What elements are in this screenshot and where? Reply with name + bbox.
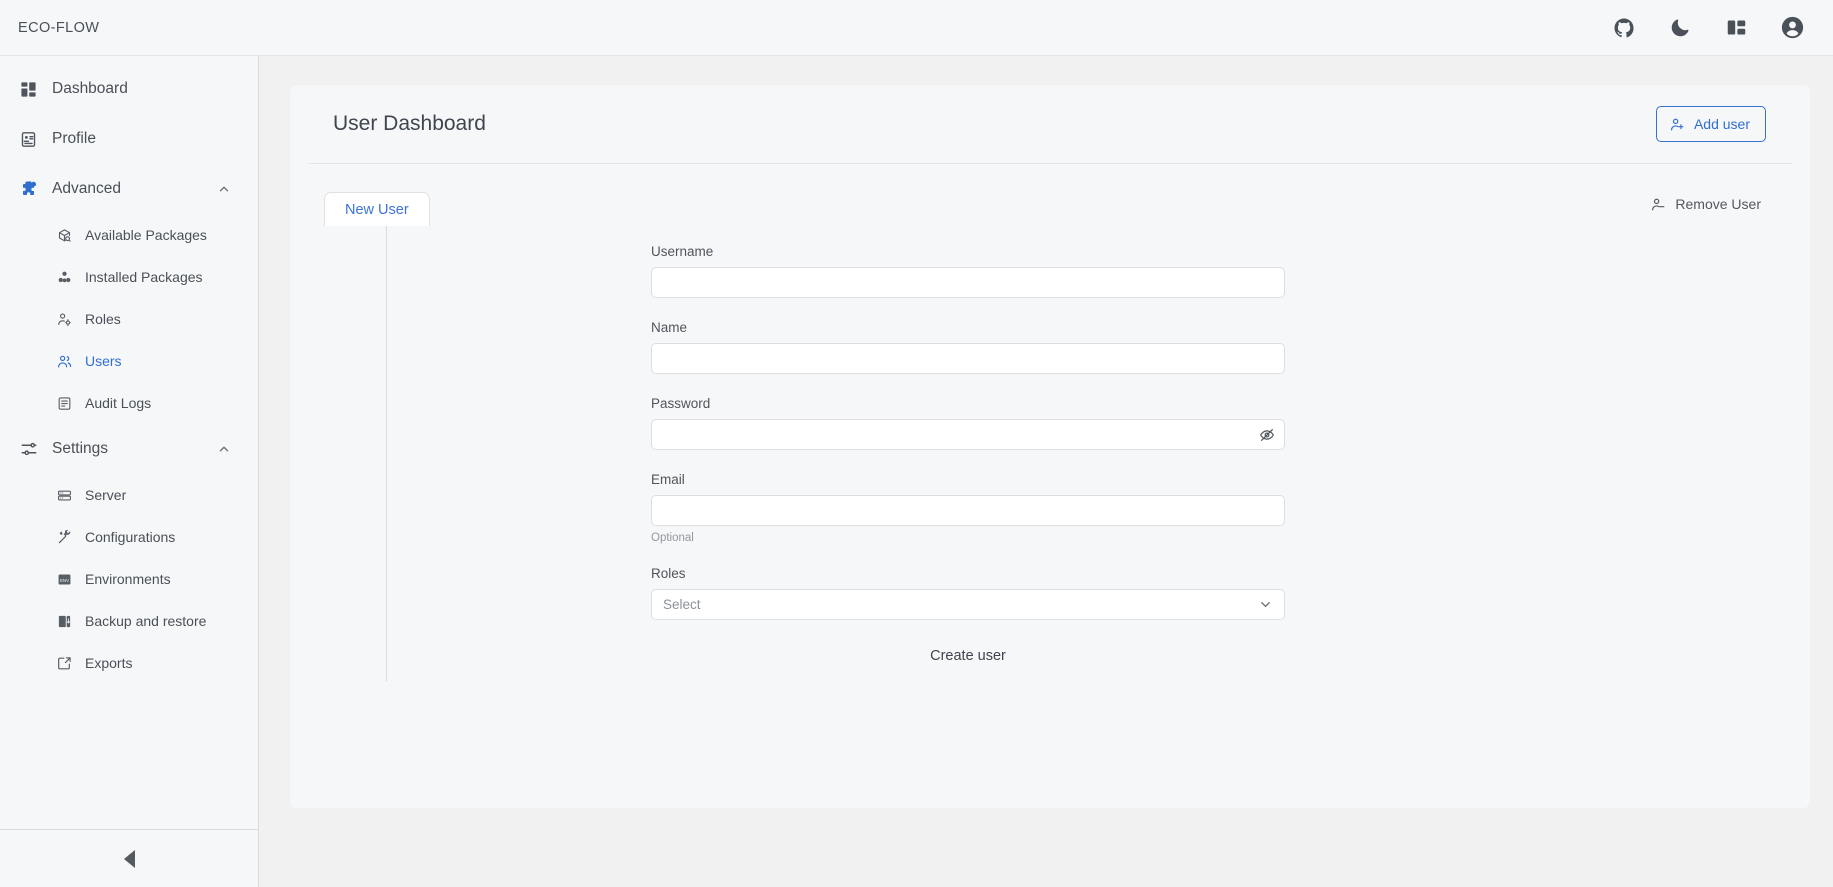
- chevron-up-icon[interactable]: [217, 442, 231, 456]
- sidebar-nav: Dashboard Profile Advanced Available Pac…: [0, 56, 258, 684]
- email-hint: Optional: [651, 532, 694, 544]
- collapse-sidebar-button[interactable]: [115, 845, 143, 873]
- sidebar: Dashboard Profile Advanced Available Pac…: [0, 56, 259, 887]
- username-label: Username: [651, 244, 714, 259]
- tools-icon: [57, 529, 77, 545]
- sidebar-item-label: Installed Packages: [85, 269, 203, 285]
- github-icon[interactable]: [1611, 15, 1637, 41]
- password-label: Password: [651, 396, 711, 411]
- panel-divider: [386, 226, 387, 681]
- chevron-up-icon[interactable]: [217, 182, 231, 196]
- sidebar-item-label: Exports: [85, 655, 133, 671]
- top-bar-actions: [1611, 15, 1805, 41]
- roles-select[interactable]: Select: [651, 589, 1285, 620]
- card-header: User Dashboard Add user: [290, 85, 1810, 163]
- packages-icon: [57, 270, 77, 285]
- server-icon: [57, 488, 77, 503]
- sidebar-item-label: Configurations: [85, 529, 176, 545]
- sidebar-item-audit-logs[interactable]: Audit Logs: [0, 382, 258, 424]
- sidebar-group-label: Advanced: [52, 180, 121, 197]
- triangle-left-icon: [123, 849, 135, 868]
- sidebar-group-label: Settings: [52, 440, 109, 457]
- sidebar-item-dashboard[interactable]: Dashboard: [0, 64, 258, 114]
- sidebar-item-users[interactable]: Users: [0, 340, 258, 382]
- sidebar-item-available-packages[interactable]: Available Packages: [0, 214, 258, 256]
- id-card-icon: [20, 131, 46, 148]
- sidebar-item-label: Server: [85, 487, 127, 503]
- layout-panel-icon[interactable]: [1723, 15, 1749, 41]
- log-file-icon: [57, 396, 77, 411]
- roles-select-placeholder: Select: [663, 597, 701, 612]
- page-title: User Dashboard: [333, 112, 486, 135]
- user-dashboard-card: User Dashboard Add user New User Remove …: [290, 85, 1810, 808]
- export-icon: [57, 656, 77, 671]
- eye-off-icon: [1259, 427, 1275, 443]
- tab-panel: Username Name Password Email Optional Ro…: [290, 226, 1810, 751]
- account-circle-icon[interactable]: [1779, 15, 1805, 41]
- remove-user-label: Remove User: [1675, 196, 1761, 212]
- sidebar-subgroup-advanced: Available Packages Installed Packages Ro…: [0, 214, 258, 424]
- sidebar-item-roles[interactable]: Roles: [0, 298, 258, 340]
- create-user-button[interactable]: Create user: [918, 642, 1018, 670]
- tab-new-user[interactable]: New User: [324, 192, 430, 226]
- sidebar-item-label: Roles: [85, 311, 121, 327]
- top-bar: ECO-FLOW: [0, 0, 1833, 56]
- database-backup-icon: [57, 614, 77, 629]
- sidebar-item-label: Environments: [85, 571, 171, 587]
- add-user-label: Add user: [1693, 116, 1750, 132]
- sidebar-item-label: Dashboard: [52, 80, 128, 97]
- main-content: User Dashboard Add user New User Remove …: [259, 56, 1833, 887]
- app-brand: ECO-FLOW: [18, 19, 100, 36]
- env-file-icon: ENV: [57, 572, 77, 587]
- email-input[interactable]: [651, 495, 1285, 526]
- user-cog-icon: [57, 312, 77, 327]
- app-root: ECO-FLOW Dashboard Profile Advanced Avai…: [0, 0, 1833, 887]
- toggle-password-visibility-button[interactable]: [1259, 427, 1275, 443]
- sidebar-item-label: Backup and restore: [85, 613, 207, 629]
- email-label: Email: [651, 472, 685, 487]
- sidebar-item-environments[interactable]: ENV Environments: [0, 558, 258, 600]
- dashboard-grid-icon: [20, 81, 46, 98]
- sidebar-item-configurations[interactable]: Configurations: [0, 516, 258, 558]
- user-plus-icon: [1670, 117, 1685, 132]
- sidebar-item-label: Users: [85, 353, 122, 369]
- tab-list: New User: [290, 191, 1810, 226]
- sidebar-item-label: Available Packages: [85, 227, 207, 243]
- users-icon: [57, 354, 77, 369]
- puzzle-gear-icon: [20, 180, 46, 198]
- new-user-form: Username Name Password Email Optional Ro…: [651, 244, 1285, 670]
- package-search-icon: [57, 228, 77, 243]
- field-email: Email Optional: [651, 472, 1285, 544]
- sidebar-item-server[interactable]: Server: [0, 474, 258, 516]
- remove-user-button[interactable]: Remove User: [1651, 196, 1761, 212]
- field-name: Name: [651, 320, 1285, 374]
- chevron-down-icon: [1258, 597, 1273, 612]
- name-input[interactable]: [651, 343, 1285, 374]
- sidebar-item-backup-and-restore[interactable]: Backup and restore: [0, 600, 258, 642]
- field-username: Username: [651, 244, 1285, 298]
- sidebar-item-label: Profile: [52, 130, 96, 147]
- field-roles: Roles Select: [651, 566, 1285, 620]
- field-password: Password: [651, 396, 1285, 450]
- sidebar-group-settings[interactable]: Settings: [0, 424, 258, 474]
- sidebar-item-installed-packages[interactable]: Installed Packages: [0, 256, 258, 298]
- sidebar-subgroup-settings: Server Configurations ENV Environments B…: [0, 474, 258, 684]
- sliders-icon: [20, 440, 46, 458]
- form-actions: Create user: [651, 642, 1285, 670]
- moon-icon[interactable]: [1667, 15, 1693, 41]
- sidebar-item-label: Audit Logs: [85, 395, 152, 411]
- user-minus-icon: [1651, 197, 1666, 212]
- sidebar-item-exports[interactable]: Exports: [0, 642, 258, 684]
- sidebar-footer: [0, 829, 258, 887]
- svg-text:ENV: ENV: [60, 578, 69, 583]
- sidebar-item-profile[interactable]: Profile: [0, 114, 258, 164]
- roles-label: Roles: [651, 566, 686, 581]
- password-input[interactable]: [651, 419, 1285, 450]
- username-input[interactable]: [651, 267, 1285, 298]
- name-label: Name: [651, 320, 688, 335]
- add-user-button[interactable]: Add user: [1655, 106, 1766, 142]
- tabs-section: New User Remove User: [290, 164, 1810, 226]
- sidebar-group-advanced[interactable]: Advanced: [0, 164, 258, 214]
